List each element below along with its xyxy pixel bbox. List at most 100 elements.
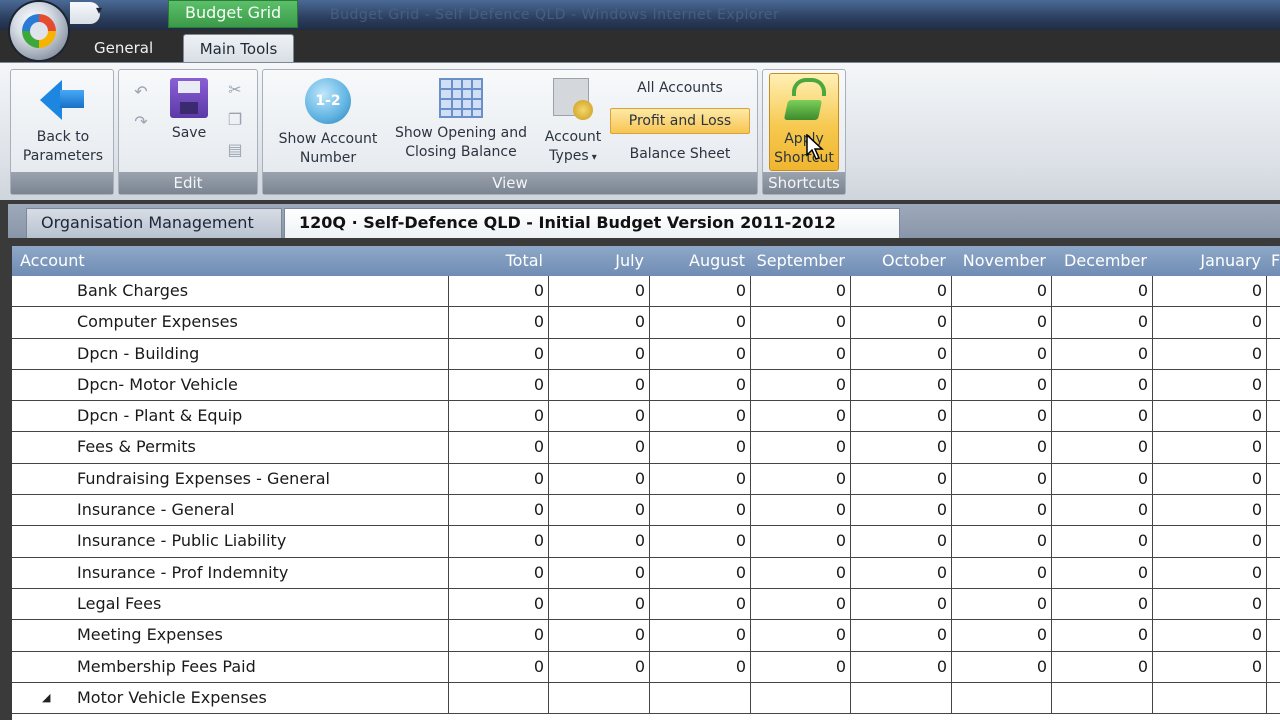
value-cell[interactable]: 0 [751, 620, 851, 651]
value-cell[interactable] [549, 682, 650, 714]
value-cell[interactable]: 0 [751, 495, 851, 526]
tab-main-tools[interactable]: Main Tools [183, 34, 294, 62]
account-name-cell[interactable]: Fees & Permits [12, 432, 449, 463]
value-cell[interactable] [851, 682, 952, 714]
value-cell[interactable]: 0 [851, 620, 952, 651]
value-cell[interactable]: 0 [851, 369, 952, 401]
value-cell[interactable]: 0 [952, 401, 1052, 432]
value-cell[interactable]: 0 [1052, 588, 1153, 620]
value-cell[interactable]: 0 [449, 307, 549, 338]
value-cell[interactable]: 0 [549, 588, 650, 620]
account-name-cell[interactable]: Membership Fees Paid [12, 651, 449, 682]
value-cell[interactable]: 0 [851, 588, 952, 620]
value-cell[interactable]: 0 [851, 463, 952, 495]
value-cell[interactable]: 0 [751, 276, 851, 307]
table-row[interactable]: Bank Charges 0 0 0 0 0 0 0 0 [12, 276, 1280, 308]
value-cell[interactable]: 0 [549, 495, 650, 526]
value-cell[interactable]: 0 [449, 432, 549, 463]
value-cell[interactable] [650, 682, 751, 714]
value-cell[interactable]: 0 [851, 401, 952, 432]
value-cell[interactable]: 0 [549, 338, 650, 369]
value-cell[interactable]: 0 [751, 369, 851, 401]
value-cell[interactable]: 0 [1052, 651, 1153, 682]
value-cell[interactable]: 0 [1052, 369, 1153, 401]
value-cell[interactable]: 0 [549, 276, 650, 307]
undo-icon[interactable]: ↶ [131, 82, 151, 101]
value-cell[interactable]: 0 [751, 463, 851, 495]
view-balance-sheet[interactable]: Balance Sheet [610, 142, 750, 168]
column-header-july[interactable]: July [549, 246, 650, 276]
account-name-cell[interactable]: Bank Charges [12, 276, 449, 307]
value-cell[interactable]: 0 [751, 432, 851, 463]
value-cell[interactable]: 0 [1052, 276, 1153, 307]
value-cell[interactable]: 0 [751, 651, 851, 682]
account-name-cell[interactable]: Dpcn- Motor Vehicle [12, 369, 449, 401]
account-name-cell[interactable]: Fundraising Expenses - General [12, 463, 449, 495]
column-header-august[interactable]: August [650, 246, 751, 276]
value-cell[interactable]: 0 [449, 588, 549, 620]
value-cell[interactable]: 0 [650, 307, 751, 338]
value-cell[interactable]: 0 [751, 557, 851, 588]
account-name-cell[interactable]: Meeting Expenses [12, 620, 449, 651]
redo-icon[interactable]: ↷ [131, 112, 151, 131]
value-cell[interactable]: 0 [952, 307, 1052, 338]
value-cell[interactable] [1267, 432, 1280, 462]
value-cell[interactable]: 0 [851, 557, 952, 588]
value-cell[interactable] [1052, 682, 1153, 714]
value-cell[interactable]: 0 [1153, 307, 1267, 338]
back-to-parameters-button[interactable]: Back to Parameters [11, 78, 115, 166]
value-cell[interactable] [1267, 464, 1280, 494]
value-cell[interactable]: 0 [650, 620, 751, 651]
value-cell[interactable]: 0 [1153, 369, 1267, 401]
value-cell[interactable]: 0 [449, 401, 549, 432]
value-cell[interactable]: 0 [1153, 401, 1267, 432]
value-cell[interactable]: 0 [650, 463, 751, 495]
value-cell[interactable]: 0 [449, 463, 549, 495]
value-cell[interactable]: 0 [650, 588, 751, 620]
account-name-cell[interactable]: Motor Vehicle Expenses [12, 682, 449, 714]
table-row[interactable]: Insurance - Prof Indemnity 0 0 0 0 0 0 0 0 [12, 557, 1280, 589]
value-cell[interactable]: 0 [952, 620, 1052, 651]
quick-access-dropdown-icon[interactable]: ▾ [96, 3, 102, 17]
value-cell[interactable]: 0 [952, 276, 1052, 307]
value-cell[interactable]: 0 [952, 338, 1052, 369]
table-row[interactable]: Insurance - Public Liability 0 0 0 0 0 0 0 0 [12, 526, 1280, 558]
table-row[interactable]: Fees & Permits 0 0 0 0 0 0 0 0 [12, 432, 1280, 464]
value-cell[interactable]: 0 [650, 338, 751, 369]
value-cell[interactable]: 0 [449, 338, 549, 369]
show-opening-closing-balance-button[interactable]: Show Opening and Closing Balance [391, 78, 531, 162]
value-cell[interactable]: 0 [1153, 620, 1267, 651]
value-cell[interactable]: 0 [449, 526, 549, 557]
account-name-cell[interactable]: Insurance - Public Liability [12, 526, 449, 557]
table-row[interactable]: Dpcn - Building 0 0 0 0 0 0 0 0 [12, 338, 1280, 370]
value-cell[interactable]: 0 [1052, 338, 1153, 369]
column-header-account[interactable]: Account [12, 246, 449, 276]
value-cell[interactable]: 0 [1153, 276, 1267, 307]
value-cell[interactable]: 0 [952, 557, 1052, 588]
table-row[interactable]: Legal Fees 0 0 0 0 0 0 0 0 [12, 588, 1280, 621]
account-name-cell[interactable]: Legal Fees [12, 588, 449, 620]
value-cell[interactable]: 0 [952, 369, 1052, 401]
view-profit-and-loss[interactable]: Profit and Loss [610, 108, 750, 134]
value-cell[interactable]: 0 [952, 651, 1052, 682]
value-cell[interactable]: 0 [751, 401, 851, 432]
value-cell[interactable]: 0 [449, 651, 549, 682]
value-cell[interactable]: 0 [650, 369, 751, 401]
value-cell[interactable]: 0 [1052, 307, 1153, 338]
account-name-cell[interactable]: Dpcn - Building [12, 338, 449, 369]
copy-icon[interactable]: ❐ [225, 110, 245, 129]
value-cell[interactable] [1267, 307, 1280, 337]
value-cell[interactable]: 0 [449, 557, 549, 588]
column-header-september[interactable]: September [751, 246, 851, 276]
value-cell[interactable] [1267, 620, 1280, 650]
column-header-october[interactable]: October [851, 246, 952, 276]
value-cell[interactable] [1267, 683, 1280, 713]
value-cell[interactable]: 0 [1153, 338, 1267, 369]
value-cell[interactable]: 0 [952, 432, 1052, 463]
value-cell[interactable]: 0 [851, 495, 952, 526]
account-name-cell[interactable]: Computer Expenses [12, 307, 449, 338]
account-name-cell[interactable]: Dpcn - Plant & Equip [12, 401, 449, 432]
value-cell[interactable] [1267, 401, 1280, 431]
table-row[interactable]: Membership Fees Paid 0 0 0 0 0 0 0 0 [12, 651, 1280, 683]
value-cell[interactable]: 0 [549, 463, 650, 495]
